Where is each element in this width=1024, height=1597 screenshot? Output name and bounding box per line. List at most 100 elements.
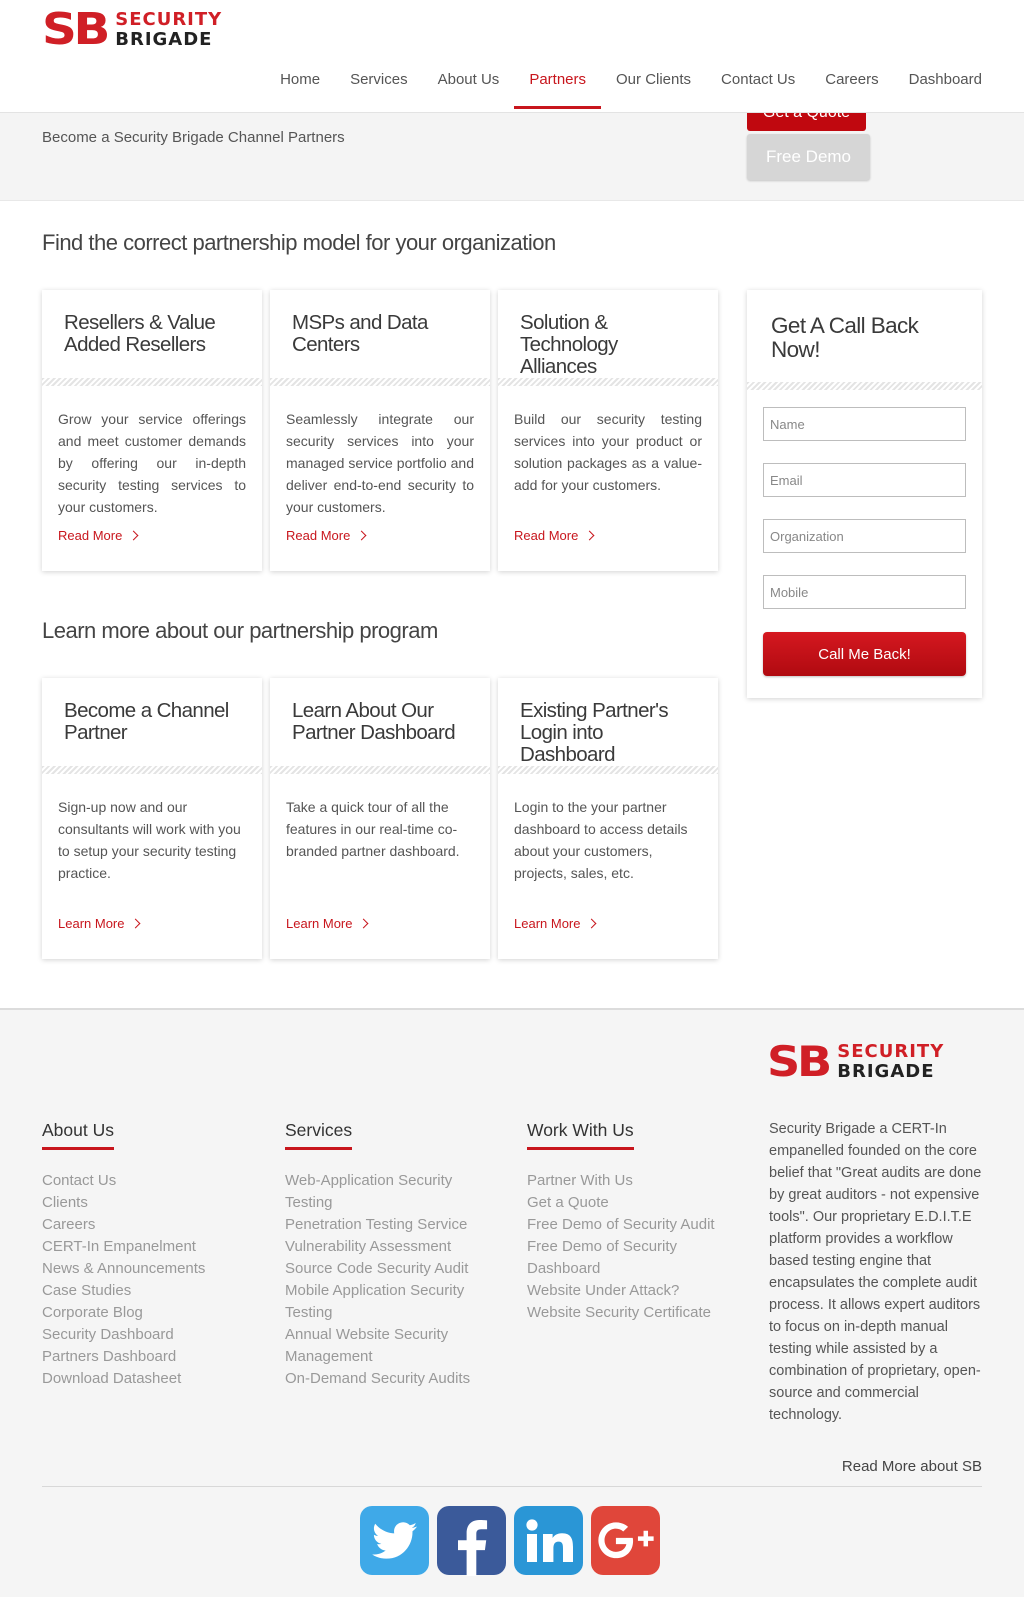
card-description: Seamlessly integrate our security servic… xyxy=(286,411,474,515)
nav-services[interactable]: Services xyxy=(335,60,423,113)
logo-word-brigade: BRIGADE xyxy=(115,29,213,50)
section-title-partnership-program: Learn more about our partnership program xyxy=(42,618,438,643)
card-description: Login to the your partner dashboard to a… xyxy=(514,799,688,881)
footer-logo[interactable]: SB SECURITY BRIGADE xyxy=(767,1040,944,1084)
get-quote-button[interactable]: Get a Quote xyxy=(747,113,866,131)
footer-link[interactable]: Clients xyxy=(42,1192,262,1214)
footer-link[interactable]: Get a Quote xyxy=(527,1192,742,1214)
section-title-partnership-models: Find the correct partnership model for y… xyxy=(42,230,556,255)
card-description: Sign-up now and our consultants will wor… xyxy=(58,799,241,881)
footer-heading: About Us xyxy=(42,1120,114,1150)
nav-dashboard[interactable]: Dashboard xyxy=(894,60,982,113)
googleplus-icon[interactable] xyxy=(591,1506,660,1575)
read-more-label: Read More xyxy=(286,528,351,543)
learn-more-label: Learn More xyxy=(58,916,125,931)
learn-more-link[interactable]: Learn More xyxy=(514,916,597,931)
logo-word-security: SECURITY xyxy=(115,9,223,30)
read-more-link[interactable]: Read More xyxy=(286,528,367,543)
footer-link[interactable]: Web-Application Security Testing xyxy=(285,1170,500,1214)
site-header: SB SECURITY BRIGADE Home Services About … xyxy=(0,0,1024,113)
footer-link[interactable]: Mobile Application Security Testing xyxy=(285,1280,500,1324)
card-title: Resellers & Value Added Resellers xyxy=(42,290,262,386)
footer-link[interactable]: Partner With Us xyxy=(527,1170,742,1192)
card-description: Grow your service offerings and meet cus… xyxy=(58,411,246,515)
logo-word-brigade: BRIGADE xyxy=(837,1061,935,1082)
callback-form: Get A Call Back Now! Call Me Back! xyxy=(747,290,982,698)
read-more-about-link[interactable]: Read More about SB xyxy=(842,1458,982,1475)
facebook-icon[interactable] xyxy=(437,1506,506,1576)
mobile-field[interactable] xyxy=(763,575,966,609)
logo-mark: SB xyxy=(767,1037,832,1086)
social-links xyxy=(360,1506,660,1576)
card-description: Take a quick tour of all the features in… xyxy=(286,799,460,859)
footer-link[interactable]: Vulnerability Assessment xyxy=(285,1236,500,1258)
footer-link[interactable]: Website Security Certificate xyxy=(527,1302,742,1324)
read-more-label: Read More xyxy=(514,528,579,543)
footer-link[interactable]: Free Demo of Security Audit xyxy=(527,1214,742,1236)
name-field[interactable] xyxy=(763,407,966,441)
chevron-right-icon xyxy=(359,918,369,929)
read-more-link[interactable]: Read More xyxy=(58,528,139,543)
card-title: Solution & Technology Alliances xyxy=(498,290,718,386)
chevron-right-icon xyxy=(587,918,597,929)
footer-link[interactable]: Careers xyxy=(42,1214,262,1236)
card-partner-dashboard: Learn About Our Partner Dashboard Take a… xyxy=(270,678,490,959)
footer-column-work-with-us: Work With Us Partner With Us Get a Quote… xyxy=(527,1120,742,1324)
footer-heading: Work With Us xyxy=(527,1120,634,1150)
footer-divider xyxy=(42,1486,982,1487)
logo-word-security: SECURITY xyxy=(837,1041,945,1062)
footer-link[interactable]: Free Demo of Security Dashboard xyxy=(527,1236,742,1280)
card-alliances: Solution & Technology Alliances Build ou… xyxy=(498,290,718,571)
learn-more-label: Learn More xyxy=(514,916,581,931)
footer-link[interactable]: Annual Website Security Management xyxy=(285,1324,500,1368)
nav-about-us[interactable]: About Us xyxy=(423,60,515,113)
nav-partners[interactable]: Partners xyxy=(514,60,601,113)
footer-link[interactable]: Security Dashboard xyxy=(42,1324,262,1346)
callback-title: Get A Call Back Now! xyxy=(747,290,982,390)
organization-field[interactable] xyxy=(763,519,966,553)
chevron-right-icon xyxy=(584,530,595,541)
chevron-right-icon xyxy=(128,530,139,541)
nav-our-clients[interactable]: Our Clients xyxy=(601,60,706,113)
chevron-right-icon xyxy=(356,530,367,541)
email-field[interactable] xyxy=(763,463,966,497)
read-more-label: Read More xyxy=(58,528,123,543)
nav-contact-us[interactable]: Contact Us xyxy=(706,60,810,113)
card-title: MSPs and Data Centers xyxy=(270,290,490,386)
nav-careers[interactable]: Careers xyxy=(810,60,893,113)
footer-heading: Services xyxy=(285,1120,353,1150)
footer-link[interactable]: Source Code Security Audit xyxy=(285,1258,500,1280)
footer-link[interactable]: Case Studies xyxy=(42,1280,262,1302)
card-become-partner: Become a Channel Partner Sign-up now and… xyxy=(42,678,262,959)
twitter-icon[interactable] xyxy=(360,1506,429,1575)
read-more-link[interactable]: Read More xyxy=(514,528,595,543)
footer-link[interactable]: Penetration Testing Service xyxy=(285,1214,500,1236)
footer-column-services: Services Web-Application Security Testin… xyxy=(285,1120,500,1390)
card-title: Learn About Our Partner Dashboard xyxy=(270,678,490,774)
footer-column-about: About Us Contact Us Clients Careers CERT… xyxy=(42,1120,262,1390)
nav-home[interactable]: Home xyxy=(265,60,335,113)
site-logo[interactable]: SB SECURITY BRIGADE xyxy=(42,8,222,52)
footer-about-text: Security Brigade a CERT-In empanelled fo… xyxy=(769,1121,982,1423)
chevron-right-icon xyxy=(131,918,141,929)
learn-more-link[interactable]: Learn More xyxy=(58,916,141,931)
linkedin-icon[interactable] xyxy=(514,1506,583,1575)
call-me-back-button[interactable]: Call Me Back! xyxy=(763,632,966,676)
footer-link[interactable]: Corporate Blog xyxy=(42,1302,262,1324)
site-footer: About Us Contact Us Clients Careers CERT… xyxy=(0,1008,1024,1597)
learn-more-link[interactable]: Learn More xyxy=(286,916,369,931)
footer-link[interactable]: On-Demand Security Audits xyxy=(285,1368,500,1390)
footer-link[interactable]: News & Announcements xyxy=(42,1258,262,1280)
get-quote-label: Get a Quote xyxy=(747,113,866,121)
card-msps: MSPs and Data Centers Seamlessly integra… xyxy=(270,290,490,571)
footer-link[interactable]: Download Datasheet xyxy=(42,1368,262,1390)
page-banner: Become a Security Brigade Channel Partne… xyxy=(0,113,1024,201)
footer-link[interactable]: Website Under Attack? xyxy=(527,1280,742,1302)
footer-link[interactable]: Partners Dashboard xyxy=(42,1346,262,1368)
learn-more-label: Learn More xyxy=(286,916,353,931)
main-nav: Home Services About Us Partners Our Clie… xyxy=(265,60,982,113)
free-demo-button[interactable]: Free Demo xyxy=(747,134,870,180)
card-description: Build our security testing services into… xyxy=(514,411,702,493)
footer-link[interactable]: Contact Us xyxy=(42,1170,262,1192)
footer-link[interactable]: CERT-In Empanelment xyxy=(42,1236,262,1258)
